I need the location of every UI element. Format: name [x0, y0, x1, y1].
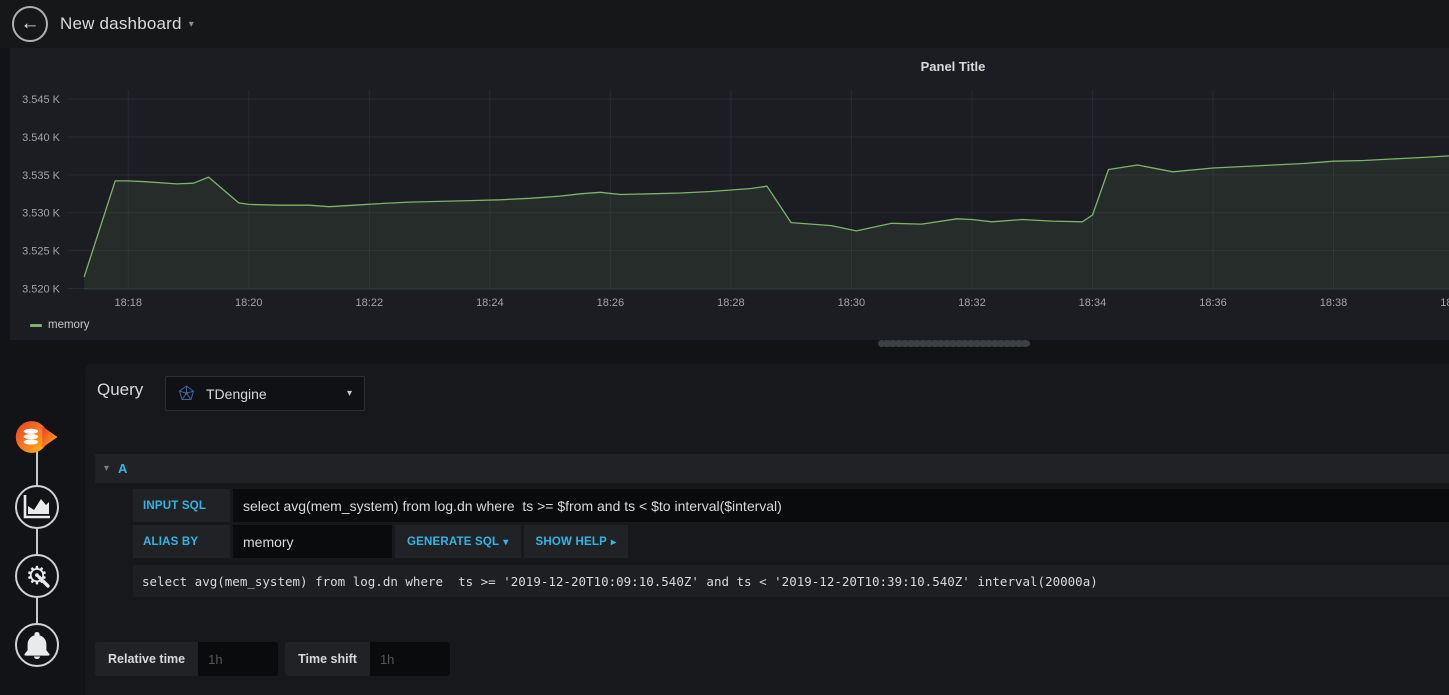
- show-help-button[interactable]: SHOW HELP ▸: [523, 525, 629, 558]
- time-series-chart[interactable]: 3.520 K 3.525 K 3.530 K 3.535 K 3.540 K 3.545…: [10, 48, 1449, 340]
- svg-text:18:22: 18:22: [356, 297, 384, 309]
- back-button[interactable]: ←: [12, 6, 48, 42]
- bell-icon: [24, 631, 50, 659]
- legend-label: memory: [48, 319, 90, 331]
- generated-sql-preview: select avg(mem_system) from log.dn where…: [133, 565, 1449, 597]
- svg-text:3.535 K: 3.535 K: [22, 170, 61, 182]
- svg-text:18:28: 18:28: [717, 297, 745, 309]
- input-sql-row: INPUT SQL: [133, 489, 1449, 522]
- query-ref-row[interactable]: ▾ A: [95, 454, 1449, 483]
- svg-text:18:24: 18:24: [476, 297, 504, 309]
- svg-text:18:34: 18:34: [1079, 297, 1107, 309]
- chevron-right-icon: ▸: [610, 536, 617, 548]
- svg-text:18:36: 18:36: [1199, 297, 1227, 309]
- svg-text:18:32: 18:32: [958, 297, 986, 309]
- tab-connector-line: [36, 437, 38, 645]
- collapse-caret-icon[interactable]: ▾: [104, 463, 109, 474]
- input-sql-field[interactable]: [233, 489, 1449, 522]
- svg-text:18:20: 18:20: [235, 297, 263, 309]
- tdengine-logo-icon: [178, 385, 195, 400]
- panel-resize-handle[interactable]: [878, 340, 1030, 347]
- chevron-down-icon[interactable]: ▾: [189, 19, 194, 30]
- dashboard-title[interactable]: New dashboard: [60, 14, 182, 34]
- query-section-title: Query: [97, 380, 144, 399]
- svg-text:18:26: 18:26: [597, 297, 625, 309]
- svg-text:3.540 K: 3.540 K: [22, 132, 61, 144]
- time-shift-input[interactable]: [369, 642, 450, 676]
- chevron-down-icon: ▾: [503, 536, 509, 548]
- tab-queries[interactable]: [15, 415, 59, 459]
- svg-text:18:38: 18:38: [1320, 297, 1348, 309]
- query-editor: Query TDengine ▾ ▾ A INPUT SQL ALIAS BY …: [85, 364, 1449, 695]
- chevron-down-icon: ▾: [346, 388, 352, 399]
- svg-text:18:40: 18:40: [1440, 297, 1449, 309]
- graph-panel: Panel Title 3.520 K 3.525 K 3.530 K 3.535 K…: [10, 48, 1449, 340]
- datasource-select[interactable]: TDengine ▾: [165, 376, 365, 411]
- time-options-row: Relative time Time shift: [95, 642, 457, 676]
- alias-by-row: ALIAS BY GENERATE SQL▾ SHOW HELP▸: [133, 525, 1449, 558]
- datasource-name: TDengine: [206, 385, 267, 402]
- arrow-left-icon: ←: [20, 13, 40, 34]
- tab-general[interactable]: ⚙: [15, 554, 59, 598]
- tab-visualization[interactable]: [15, 485, 59, 529]
- time-shift-group: Time shift: [285, 642, 450, 676]
- time-shift-label: Time shift: [298, 652, 357, 666]
- wrench-icon: [37, 575, 50, 588]
- graph-icon: [23, 495, 50, 519]
- alias-by-label: ALIAS BY: [133, 525, 230, 558]
- database-icon: [15, 421, 58, 453]
- query-ref-id: A: [118, 461, 128, 476]
- svg-text:3.520 K: 3.520 K: [22, 283, 61, 295]
- relative-time-label: Relative time: [108, 652, 186, 666]
- legend-color-dash: [30, 323, 42, 327]
- svg-text:18:18: 18:18: [114, 297, 142, 309]
- legend-item-memory[interactable]: memory: [30, 319, 90, 331]
- relative-time-input[interactable]: [198, 642, 279, 676]
- top-navbar: ← New dashboard ▾: [0, 0, 1449, 48]
- svg-text:18:30: 18:30: [838, 297, 866, 309]
- generate-sql-button[interactable]: GENERATE SQL ▾: [395, 525, 521, 558]
- svg-text:3.545 K: 3.545 K: [22, 94, 61, 106]
- tab-alert[interactable]: [15, 623, 59, 667]
- alias-by-field[interactable]: [233, 525, 392, 558]
- svg-text:3.525 K: 3.525 K: [22, 246, 61, 258]
- relative-time-group: Relative time: [95, 642, 279, 676]
- svg-text:3.530 K: 3.530 K: [22, 208, 61, 220]
- input-sql-label: INPUT SQL: [133, 489, 230, 522]
